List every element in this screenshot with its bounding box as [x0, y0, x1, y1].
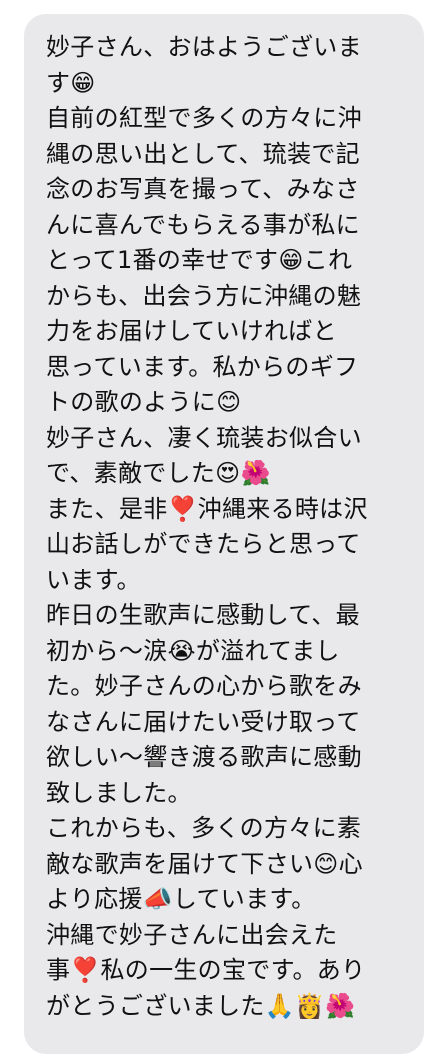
- message-line: 昨日の生歌声に感動して、最: [46, 601, 360, 629]
- message-line: からも、出会う方に沖縄の魅: [46, 281, 362, 310]
- message-line: た。妙子さんの心から歌をみ: [46, 672, 362, 700]
- message-line: がとうございました🙏👸🌺: [46, 991, 356, 1020]
- message-line: なさんに届けたい受け取って: [46, 707, 361, 736]
- message-line: んに喜んでもらえる事が私に: [46, 210, 360, 239]
- message-line: 念のお写真を撮って、みなさ: [46, 175, 360, 203]
- message-line: より応援📣しています。: [46, 885, 316, 913]
- message-line: 敵な歌声を届けて下さい😊心: [46, 849, 363, 878]
- message-line: トの歌のように😊: [46, 388, 242, 416]
- message-bubble[interactable]: 妙子さん、おはようございま す😁 自前の紅型で多くの方々に沖 縄の思い出として、…: [24, 14, 424, 1054]
- message-line: 事❣️私の一生の宝です。あり: [46, 956, 366, 984]
- message-line: 山お話しができたらと思って: [46, 530, 361, 558]
- message-line: 妙子さん、おはようございま: [46, 33, 362, 61]
- message-line: 力をお届けしていければと: [46, 317, 337, 345]
- message-line: 妙子さん、凄く琉装お似合い: [46, 423, 362, 452]
- message-line: す😁: [46, 68, 96, 97]
- message-line: 縄の思い出として、琉装で記: [46, 139, 360, 168]
- message-line: 致しました。: [46, 778, 192, 807]
- message-line: 欲しい〜響き渡る歌声に感動: [46, 743, 362, 771]
- message-line: 初から〜涙😭が溢れてまし: [46, 636, 340, 665]
- message-line: で、素敵でした😍🌺: [46, 459, 271, 487]
- message-line: これからも、多くの方々に素: [46, 814, 362, 842]
- message-line: います。: [46, 565, 141, 594]
- message-line: また、是非❣️沖縄来る時は沢: [46, 494, 368, 523]
- message-line: 思っています。私からのギフ: [46, 352, 359, 381]
- message-line: 沖縄で妙子さんに出会えた: [46, 920, 338, 949]
- message-line: 自前の紅型で多くの方々に沖: [46, 104, 362, 132]
- message-line: とって1番の幸せです😁これ: [46, 246, 353, 274]
